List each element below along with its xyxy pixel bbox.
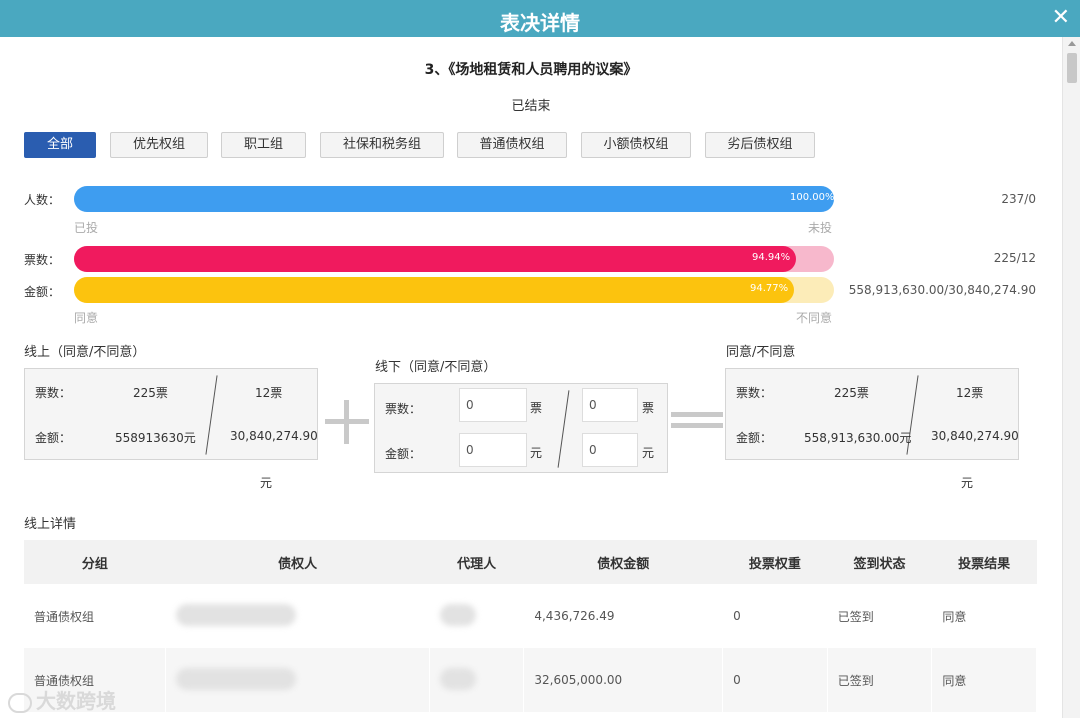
cell-weight: 0 <box>722 584 828 648</box>
offline-votes-unit: 票 <box>530 401 543 415</box>
dialog-content: 3、《场地租赁和人员聘用的议案》 已结束 全部 优先权组 职工组 社保和税务组 … <box>0 37 1062 718</box>
offline-votes-disagree-input[interactable]: 0 <box>582 388 638 422</box>
online-amount-label: 金额： <box>35 431 72 445</box>
offline-amount-disagree-input[interactable]: 0 <box>582 433 638 467</box>
agree-caption: 同意 <box>74 311 99 325</box>
offline-amount-label: 金额： <box>385 447 422 461</box>
cell-group: 普通债权组 <box>24 584 167 648</box>
online-votes-agree: 225票 <box>133 386 168 400</box>
cell-result: 同意 <box>931 584 1037 648</box>
offline-votes-label: 票数： <box>385 402 422 416</box>
dialog-titlebar: 表决详情 ✕ <box>0 0 1080 37</box>
tab-small[interactable]: 小额债权组 <box>581 132 691 158</box>
tab-priority[interactable]: 优先权组 <box>110 132 208 158</box>
votes-percent: 94.94% <box>752 252 791 263</box>
people-label: 人数： <box>24 193 61 207</box>
detail-title: 线上详情 <box>24 517 77 532</box>
tab-general[interactable]: 普通债权组 <box>457 132 567 158</box>
people-voted-caption: 已投 <box>74 221 99 235</box>
online-votes-label: 票数： <box>35 386 72 400</box>
table-header-row: 分组 债权人 代理人 债权金额 投票权重 签到状态 投票结果 <box>24 540 1037 584</box>
online-divider <box>205 375 218 455</box>
people-percent: 100.00% <box>790 192 835 203</box>
online-votes-disagree: 12票 <box>255 386 283 400</box>
people-bar-track: 100.00% <box>74 186 835 212</box>
vertical-scrollbar[interactable] <box>1062 37 1080 718</box>
tab-social-tax[interactable]: 社保和税务组 <box>320 132 444 158</box>
header-claim-amount: 债权金额 <box>523 540 723 584</box>
online-trailing-unit: 元 <box>260 476 273 490</box>
scroll-thumb[interactable] <box>1067 53 1077 83</box>
votes-bar-fill <box>74 246 796 272</box>
amount-bar-fill <box>74 277 794 303</box>
motion-status: 已结束 <box>511 99 551 114</box>
amount-bar-track: 94.77% <box>74 277 834 303</box>
people-count: 237/0 <box>1001 192 1036 206</box>
cell-amount: 32,605,000.00 <box>523 648 724 712</box>
offline-votes-unit-2: 票 <box>642 401 655 415</box>
total-votes-disagree: 12票 <box>956 386 984 400</box>
total-amount-agree: 558,913,630.00元 <box>804 431 912 445</box>
plus-icon <box>325 400 369 444</box>
header-group: 分组 <box>24 540 166 584</box>
online-title: 线上（同意/不同意） <box>24 345 146 360</box>
total-trailing-unit: 元 <box>961 476 974 490</box>
people-bar-fill <box>74 186 834 212</box>
header-signin-status: 签到状态 <box>827 540 932 584</box>
total-title: 同意/不同意 <box>726 345 796 360</box>
offline-divider <box>557 390 570 468</box>
tab-subordinate[interactable]: 劣后债权组 <box>705 132 815 158</box>
total-votes-label: 票数： <box>736 386 773 400</box>
dialog-title: 表决详情 <box>500 11 580 35</box>
votes-label: 票数： <box>24 253 61 267</box>
cell-creditor <box>165 648 430 712</box>
cell-agent <box>429 648 525 712</box>
header-vote-weight: 投票权重 <box>722 540 828 584</box>
header-agent: 代理人 <box>429 540 524 584</box>
watermark-text: 大数跨境 <box>36 689 116 713</box>
amount-percent: 94.77% <box>750 283 789 294</box>
scroll-up-icon[interactable] <box>1068 41 1076 46</box>
offline-box: 票数： 0 票 0 票 金额： 0 元 0 元 <box>374 383 668 473</box>
table-row: 普通债权组 4,436,726.49 0 已签到 同意 <box>24 584 1037 648</box>
watermark: 大数跨境 <box>8 685 116 714</box>
header-vote-result: 投票结果 <box>931 540 1037 584</box>
tab-employee[interactable]: 职工组 <box>221 132 306 158</box>
total-votes-agree: 225票 <box>834 386 869 400</box>
table-row: 普通债权组 32,605,000.00 0 已签到 同意 <box>24 648 1037 712</box>
motion-title: 3、《场地租赁和人员聘用的议案》 <box>424 62 638 78</box>
votes-bar-track: 94.94% <box>74 246 834 272</box>
offline-votes-agree-input[interactable]: 0 <box>459 388 527 422</box>
cell-signin: 已签到 <box>827 648 933 712</box>
cell-result: 同意 <box>931 648 1037 712</box>
offline-amount-agree-input[interactable]: 0 <box>459 433 527 467</box>
offline-title: 线下（同意/不同意） <box>375 360 497 375</box>
amount-label: 金额： <box>24 285 61 299</box>
amount-total: 558,913,630.00/30,840,274.90 <box>848 283 1036 297</box>
total-amount-label: 金额： <box>736 431 773 445</box>
total-amount-disagree: 30,840,274.90 <box>931 429 1019 443</box>
watermark-logo-icon <box>8 692 32 713</box>
online-amount-agree: 558913630元 <box>115 431 196 445</box>
cell-amount: 4,436,726.49 <box>523 584 724 648</box>
online-box: 票数： 225票 12票 金额： 558913630元 30,840,274.9… <box>24 368 318 460</box>
votes-count: 225/12 <box>993 251 1036 265</box>
online-amount-disagree: 30,840,274.90 <box>230 429 318 443</box>
detail-table: 分组 债权人 代理人 债权金额 投票权重 签到状态 投票结果 普通债权组 4,4… <box>24 540 1037 712</box>
cell-creditor <box>165 584 430 648</box>
offline-amount-unit: 元 <box>530 446 543 460</box>
disagree-caption: 不同意 <box>796 311 833 325</box>
people-notvoted-caption: 未投 <box>808 221 833 235</box>
tab-all[interactable]: 全部 <box>24 132 96 158</box>
equals-icon <box>671 408 723 432</box>
cell-weight: 0 <box>722 648 828 712</box>
offline-amount-unit-2: 元 <box>642 446 655 460</box>
total-box: 票数： 225票 12票 金额： 558,913,630.00元 30,840,… <box>725 368 1019 460</box>
header-creditor: 债权人 <box>165 540 430 584</box>
cell-agent <box>429 584 525 648</box>
close-icon[interactable]: ✕ <box>1052 5 1070 31</box>
cell-signin: 已签到 <box>827 584 933 648</box>
